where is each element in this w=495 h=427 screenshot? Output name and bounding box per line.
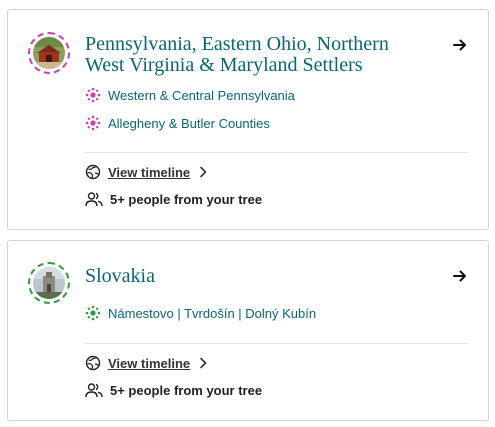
view-timeline-link[interactable]: View timeline bbox=[108, 165, 190, 180]
arrow-right-icon[interactable] bbox=[452, 268, 468, 284]
globe-icon bbox=[85, 164, 101, 180]
view-timeline-row[interactable]: View timeline bbox=[85, 164, 208, 180]
people-count: 5+ people from your tree bbox=[110, 382, 263, 398]
covered-bridge-image bbox=[33, 37, 65, 69]
region-label: Western & Central Pennsylvania bbox=[108, 87, 295, 103]
community-dots-icon bbox=[85, 305, 101, 321]
people-icon bbox=[85, 192, 103, 207]
region-label: Námestovo | Tvrdošín | Dolný Kubín bbox=[108, 305, 317, 321]
view-timeline-row[interactable]: View timeline bbox=[85, 355, 208, 371]
community-avatar bbox=[28, 262, 70, 304]
community-title[interactable]: Pennsylvania, Eastern Ohio, Northern Wes… bbox=[85, 34, 415, 76]
community-card[interactable]: Slovakia Námestovo | Tvrdošín | Dolný Ku… bbox=[7, 240, 489, 421]
community-dots-icon bbox=[85, 115, 101, 131]
people-count-row: 5+ people from your tree bbox=[85, 382, 262, 398]
community-dots-icon bbox=[85, 87, 101, 103]
region-item[interactable]: Allegheny & Butler Counties bbox=[85, 115, 270, 131]
globe-icon bbox=[85, 355, 101, 371]
divider bbox=[85, 152, 468, 153]
castle-image bbox=[33, 267, 65, 299]
arrow-right-icon[interactable] bbox=[452, 37, 468, 53]
region-item[interactable]: Western & Central Pennsylvania bbox=[85, 87, 295, 103]
chevron-right-icon bbox=[200, 357, 207, 369]
people-icon bbox=[85, 383, 103, 398]
chevron-right-icon bbox=[200, 166, 207, 178]
people-count-row: 5+ people from your tree bbox=[85, 191, 262, 207]
view-timeline-link[interactable]: View timeline bbox=[108, 356, 190, 371]
region-item[interactable]: Námestovo | Tvrdošín | Dolný Kubín bbox=[85, 305, 316, 321]
community-title[interactable]: Slovakia bbox=[85, 266, 415, 287]
region-label: Allegheny & Butler Counties bbox=[108, 115, 270, 131]
community-card[interactable]: Pennsylvania, Eastern Ohio, Northern Wes… bbox=[7, 9, 489, 230]
people-count: 5+ people from your tree bbox=[110, 191, 263, 207]
community-avatar bbox=[28, 32, 70, 74]
divider bbox=[85, 343, 468, 344]
